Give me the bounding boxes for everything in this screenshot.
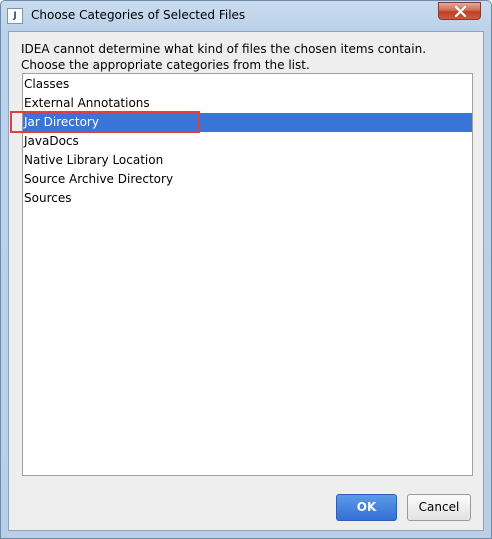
list-item-label: Jar Directory: [24, 115, 99, 129]
ok-button[interactable]: OK: [336, 494, 397, 521]
close-button[interactable]: [438, 2, 481, 20]
list-item-native-library-location[interactable]: Native Library Location: [23, 151, 472, 170]
list-item-jar-directory[interactable]: Jar Directory: [10, 111, 472, 133]
list-item-classes[interactable]: Classes: [23, 75, 472, 94]
list-item-source-archive-directory[interactable]: Source Archive Directory: [23, 170, 472, 189]
dialog-message: IDEA cannot determine what kind of files…: [21, 41, 426, 73]
dialog-title: Choose Categories of Selected Files: [31, 8, 246, 22]
intellij-app-icon: J: [7, 8, 23, 24]
message-line-2: Choose the appropriate categories from t…: [21, 58, 310, 72]
list-item-javadocs[interactable]: JavaDocs: [23, 132, 472, 151]
close-icon: [454, 6, 467, 17]
message-line-1: IDEA cannot determine what kind of files…: [21, 42, 427, 56]
cancel-button[interactable]: Cancel: [407, 494, 471, 521]
list-item-sources[interactable]: Sources: [23, 189, 472, 208]
categories-list[interactable]: Classes External Annotations Jar Directo…: [10, 73, 473, 476]
dialog-window: J Choose Categories of Selected Files ID…: [0, 0, 492, 539]
list-item-external-annotations[interactable]: External Annotations: [23, 94, 472, 113]
title-bar[interactable]: J Choose Categories of Selected Files: [1, 1, 491, 31]
dialog-content: IDEA cannot determine what kind of files…: [8, 31, 484, 531]
